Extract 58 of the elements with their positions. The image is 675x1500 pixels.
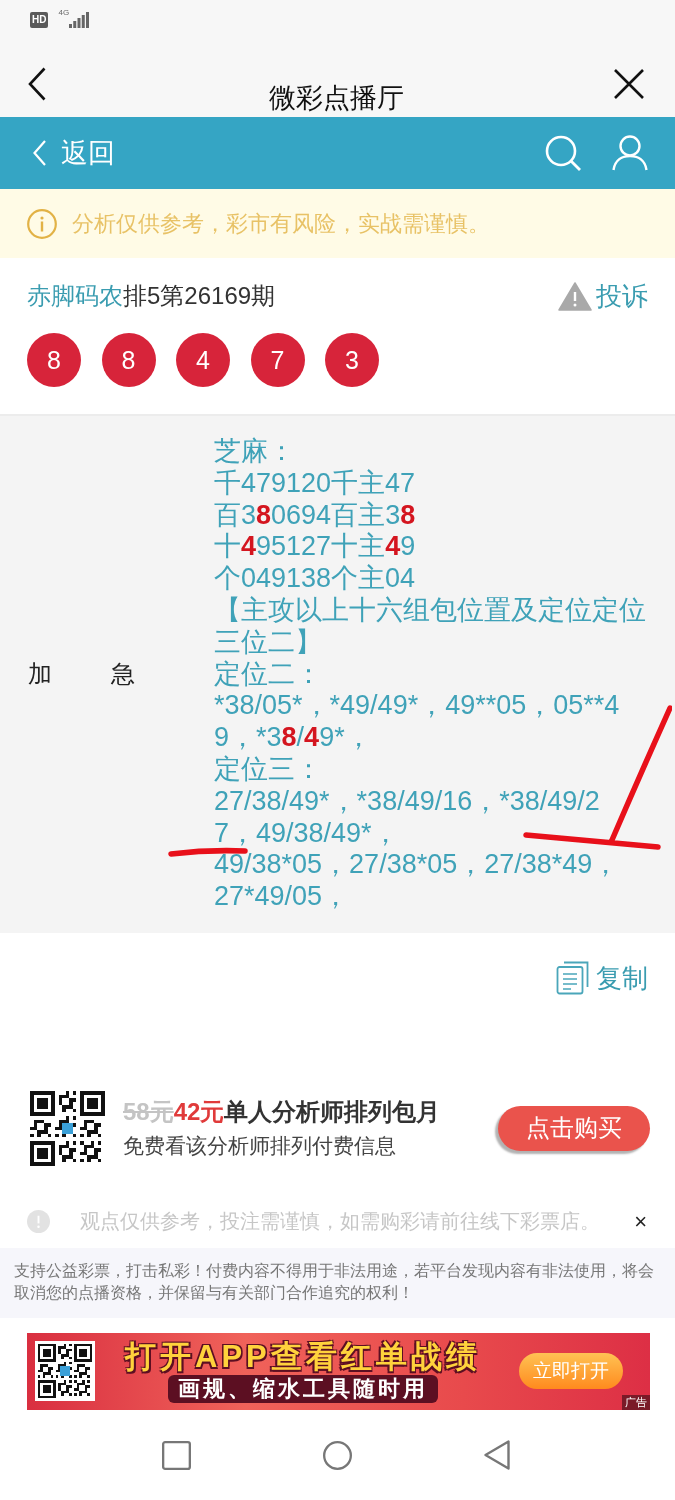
post-line: 芝麻： [214, 436, 296, 468]
back-triangle-icon[interactable] [484, 1440, 510, 1470]
post-line: 7，49/38/49*， [214, 817, 400, 850]
number-ball: 7 [250, 333, 305, 387]
number-ball: 8 [27, 333, 81, 387]
back-button[interactable]: 返回 [33, 137, 115, 169]
alert-icon [27, 1210, 50, 1234]
author-link[interactable]: 赤脚码农 [27, 282, 123, 309]
page-title: 微彩点播厅 [268, 82, 404, 114]
ad-banner[interactable]: 打开APP查看红单战绩 画规、缩水工具随时用 立即打开 广告 [27, 1332, 650, 1410]
open-app-button[interactable]: 立即打开 [519, 1353, 623, 1390]
offer-title: 单人分析师排列包月 [224, 1097, 441, 1128]
copy-icon [556, 960, 589, 995]
buy-button[interactable]: 点击购买 [498, 1105, 650, 1151]
number-ball: 4 [176, 333, 230, 387]
close-button[interactable]: × [634, 1209, 647, 1234]
warning-text: 分析仅供参考，彩市有风险，实战需谨慎。 [72, 209, 490, 238]
post-line: 定位二： [214, 658, 323, 691]
post-line: 定位三： [214, 753, 323, 786]
report-button[interactable]: 投诉 [558, 278, 648, 314]
sale-price: 42元 [173, 1097, 225, 1128]
search-icon[interactable] [545, 135, 581, 171]
post-line: 27/38/49*，*38/49/16，*38/49/2 [214, 785, 601, 818]
post-line: 百380694百主38 [214, 499, 417, 532]
close-icon[interactable] [614, 69, 644, 99]
issue-title: 排5第26169期 [123, 282, 276, 309]
notice-text: 观点仅供参考，投注需谨慎，如需购彩请前往线下彩票店。 [80, 1209, 600, 1235]
post-line: 三位二】 [214, 626, 323, 659]
category-label: 加 急 [28, 659, 135, 690]
post-line: 27*49/05， [214, 881, 351, 913]
post-line: *38/05*，*49/49*，49**05，05**4 [214, 690, 621, 723]
number-ball: 3 [325, 333, 379, 387]
warning-icon [558, 281, 592, 311]
home-icon[interactable] [323, 1440, 352, 1470]
post-line: 49/38*05，27/38*05，27/38*49， [214, 849, 621, 882]
disclaimer-text: 支持公益彩票，打击私彩！付费内容不得用于非法用途，若平台发现内容有非法使用，将会取消您的点播资格，并保留与有关部门合作追究的权利！ [0, 1247, 675, 1318]
post-line: 个049138个主04 [214, 563, 417, 595]
post-line: 【主攻以上十六组包位置及定位定位 [214, 595, 646, 627]
qr-code-icon [35, 1341, 95, 1402]
original-price: 58元 [123, 1097, 174, 1128]
copy-button[interactable]: 复制 [556, 960, 648, 995]
ad-headline: 打开APP查看红单战绩 [125, 1339, 481, 1376]
user-icon[interactable] [612, 135, 648, 171]
recents-icon[interactable] [162, 1440, 191, 1470]
signal-icon [69, 12, 90, 28]
hd-indicator: HD [30, 12, 49, 28]
chevron-left-icon [33, 140, 46, 166]
back-icon[interactable] [28, 67, 46, 101]
info-icon [27, 208, 57, 239]
post-line: 十495127十主49 [214, 531, 417, 564]
post-line: 9，*38/49*， [214, 722, 373, 754]
post-line: 千479120千主47 [214, 467, 417, 500]
qr-code-icon [30, 1090, 105, 1166]
ad-subline: 画规、缩水工具随时用 [167, 1375, 438, 1404]
number-ball: 8 [101, 333, 156, 387]
offer-subtitle: 免费看该分析师排列付费信息 [123, 1133, 397, 1160]
ad-tag: 广告 [622, 1394, 650, 1410]
network-type-label: 4G [58, 8, 70, 17]
